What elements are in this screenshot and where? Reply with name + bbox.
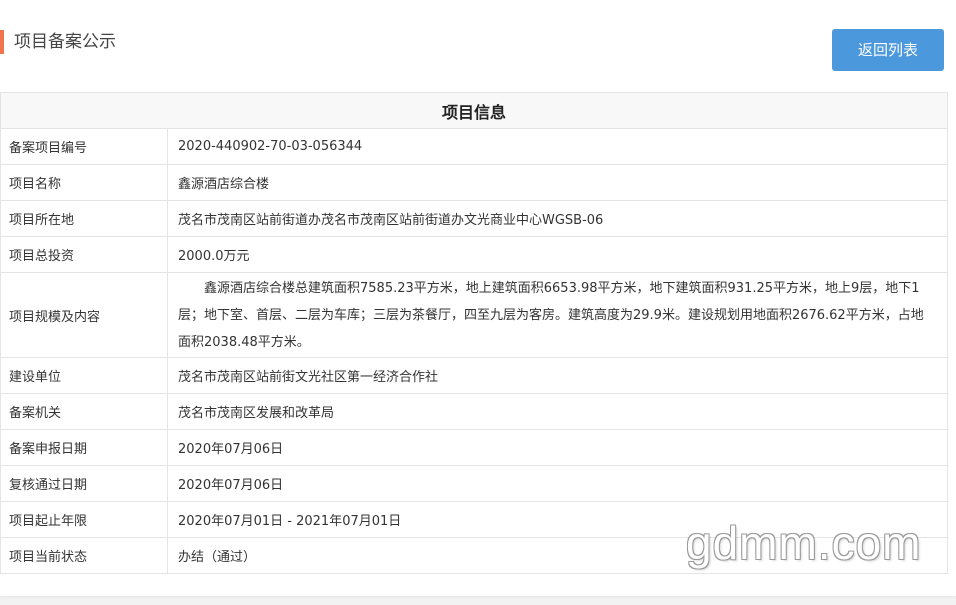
page-card: 项目备案公示 返回列表 项目信息 备案项目编号 2020-440902-70-0…	[0, 0, 956, 596]
row-value-project-period: 2020年07月01日 - 2021年07月01日	[166, 501, 949, 538]
row-label-construction-unit: 建设单位	[0, 357, 168, 394]
row-value-project-name: 鑫源酒店综合楼	[166, 164, 949, 201]
row-value-scale-content: 鑫源酒店综合楼总建筑面积7585.23平方米，地上建筑面积6653.98平方米，…	[166, 272, 949, 358]
table-row: 建设单位 茂名市茂南区站前街文光社区第一经济合作社	[0, 357, 949, 394]
row-value-record-authority: 茂名市茂南区发展和改革局	[166, 393, 949, 430]
row-value-review-date: 2020年07月06日	[166, 465, 949, 502]
table-row: 复核通过日期 2020年07月06日	[0, 465, 949, 502]
row-label-project-name: 项目名称	[0, 164, 168, 201]
table-row: 项目规模及内容 鑫源酒店综合楼总建筑面积7585.23平方米，地上建筑面积665…	[0, 272, 949, 358]
row-label-declare-date: 备案申报日期	[0, 429, 168, 466]
row-label-total-investment: 项目总投资	[0, 236, 168, 273]
back-to-list-button[interactable]: 返回列表	[832, 29, 944, 71]
table-row: 项目起止年限 2020年07月01日 - 2021年07月01日	[0, 501, 949, 538]
row-value-construction-unit: 茂名市茂南区站前街文光社区第一经济合作社	[166, 357, 949, 394]
row-value-record-number: 2020-440902-70-03-056344	[166, 128, 949, 165]
table-row: 项目所在地 茂名市茂南区站前街道办茂名市茂南区站前街道办文光商业中心WGSB-0…	[0, 200, 949, 237]
row-value-declare-date: 2020年07月06日	[166, 429, 949, 466]
row-label-review-date: 复核通过日期	[0, 465, 168, 502]
row-label-current-status: 项目当前状态	[0, 537, 168, 574]
table-row: 备案项目编号 2020-440902-70-03-056344	[0, 128, 949, 165]
row-value-current-status: 办结（通过）	[166, 537, 949, 574]
table-row: 备案机关 茂名市茂南区发展和改革局	[0, 393, 949, 430]
table-row: 备案申报日期 2020年07月06日	[0, 429, 949, 466]
row-value-location: 茂名市茂南区站前街道办茂名市茂南区站前街道办文光商业中心WGSB-06	[166, 200, 949, 237]
row-label-record-number: 备案项目编号	[0, 128, 168, 165]
row-label-project-period: 项目起止年限	[0, 501, 168, 538]
table-row: 项目名称 鑫源酒店综合楼	[0, 164, 949, 201]
row-label-record-authority: 备案机关	[0, 393, 168, 430]
table-row: 项目当前状态 办结（通过）	[0, 537, 949, 574]
row-label-location: 项目所在地	[0, 200, 168, 237]
title-accent-bar	[0, 30, 4, 54]
project-info-table: 项目信息 备案项目编号 2020-440902-70-03-056344 项目名…	[0, 92, 949, 574]
row-value-total-investment: 2000.0万元	[166, 236, 949, 273]
table-title: 项目信息	[0, 92, 949, 129]
row-label-scale-content: 项目规模及内容	[0, 272, 168, 358]
table-row: 项目总投资 2000.0万元	[0, 236, 949, 273]
page-title: 项目备案公示	[14, 32, 116, 52]
